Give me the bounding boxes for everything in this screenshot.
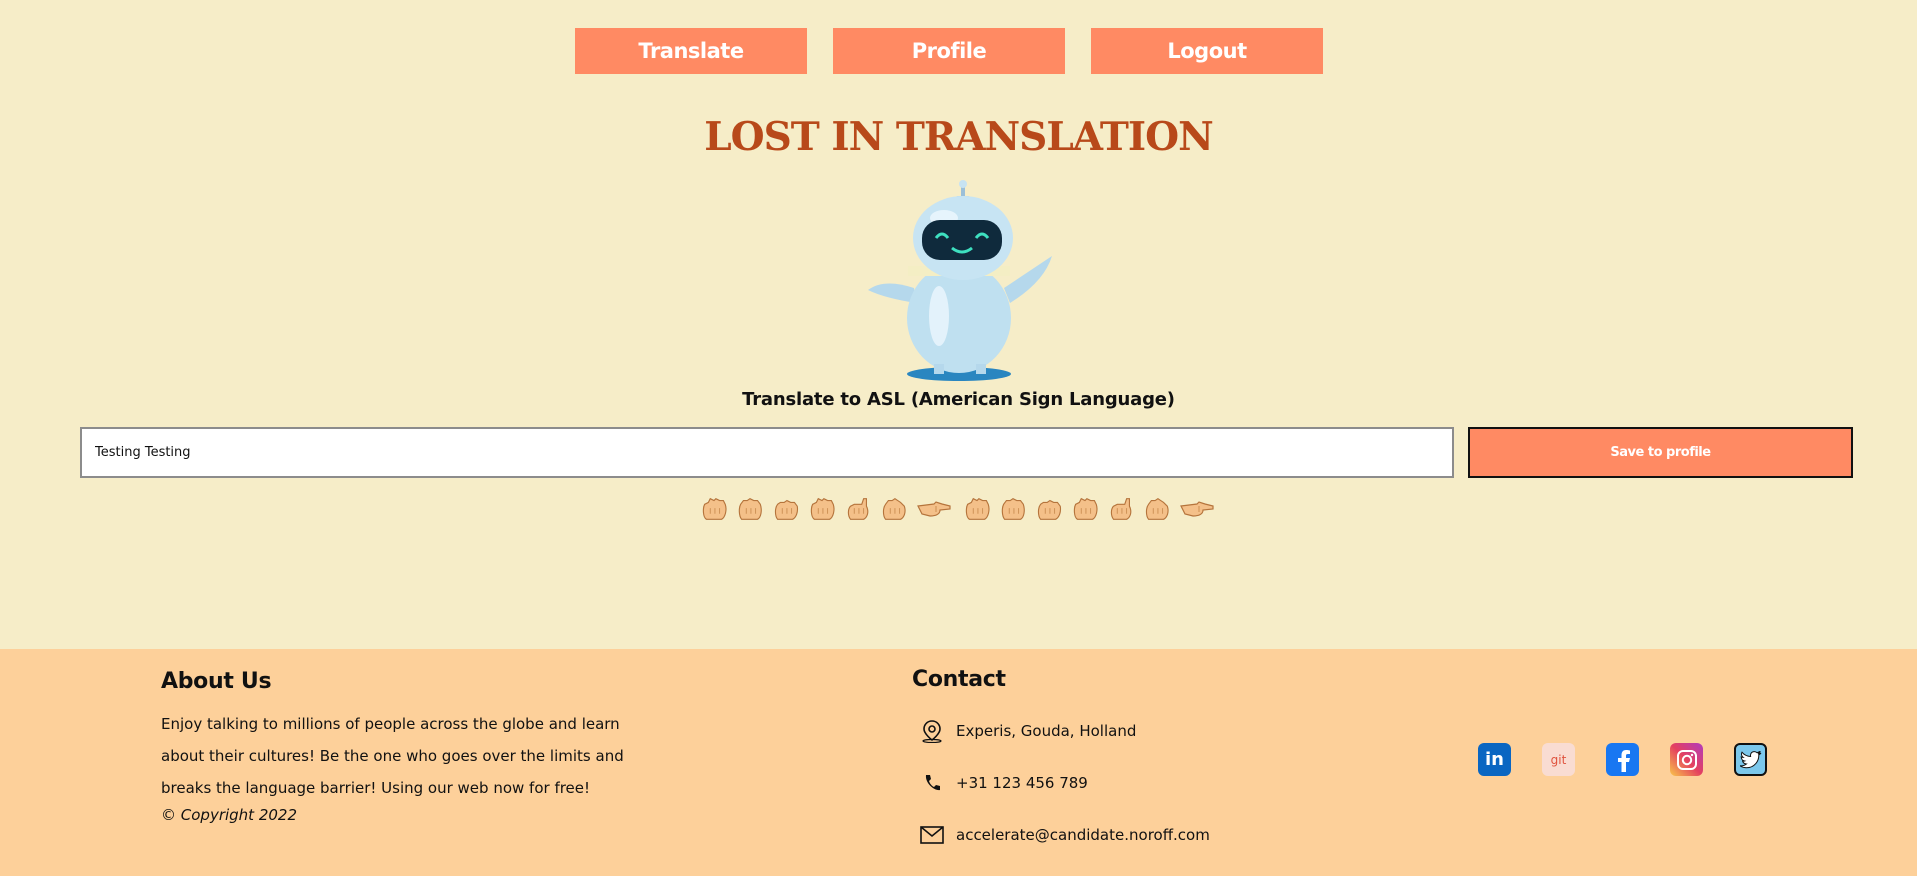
- git-text: git: [1550, 752, 1567, 767]
- linkedin-icon[interactable]: in: [1478, 743, 1511, 776]
- logout-button[interactable]: Logout: [1091, 28, 1323, 74]
- contact-section: Contact Experis, Gouda, Holland +31 123 …: [912, 667, 1332, 852]
- sign-letter-s: [1034, 494, 1070, 524]
- sign-letter-n: [879, 494, 915, 524]
- sign-letter-g: [1178, 494, 1219, 524]
- git-icon[interactable]: git: [1542, 743, 1575, 776]
- about-text: Enjoy talking to millions of people acro…: [161, 715, 624, 797]
- sign-letter-s: [771, 494, 807, 524]
- contact-title: Contact: [912, 667, 1006, 692]
- page-title: LOST IN TRANSLATION: [704, 114, 1214, 160]
- sign-letter-n: [1142, 494, 1178, 524]
- translate-subtitle: Translate to ASL (American Sign Language…: [742, 389, 1175, 410]
- phone-text[interactable]: +31 123 456 789: [956, 774, 1088, 792]
- twitter-icon[interactable]: [1734, 743, 1767, 776]
- footer: About Us Enjoy talking to millions of pe…: [0, 649, 1917, 876]
- about-section: About Us Enjoy talking to millions of pe…: [161, 669, 631, 824]
- sign-output: [0, 494, 1917, 524]
- social-links: in git: [1478, 743, 1767, 776]
- sign-letter-i: [843, 494, 879, 524]
- linkedin-text: in: [1485, 749, 1504, 770]
- sign-letter-i: [1106, 494, 1142, 524]
- sign-letter-t: [962, 494, 998, 524]
- contact-phone: +31 123 456 789: [912, 766, 1332, 800]
- instagram-icon[interactable]: [1670, 743, 1703, 776]
- copyright-text: © Copyright 2022: [161, 806, 298, 824]
- contact-address: Experis, Gouda, Holland: [912, 714, 1332, 748]
- sign-letter-t: [1070, 494, 1106, 524]
- sign-letter-g: [915, 494, 956, 524]
- translate-input[interactable]: [80, 427, 1454, 478]
- email-text[interactable]: accelerate@candidate.noroff.com: [956, 826, 1210, 844]
- phone-icon: [919, 770, 945, 796]
- sign-letter-t: [807, 494, 843, 524]
- profile-nav-button[interactable]: Profile: [833, 28, 1065, 74]
- envelope-icon: [919, 822, 945, 848]
- sign-letter-e: [998, 494, 1034, 524]
- facebook-icon[interactable]: [1606, 743, 1639, 776]
- location-pin-icon: [919, 718, 945, 744]
- translate-nav-button[interactable]: Translate: [575, 28, 807, 74]
- top-nav: Translate Profile Logout: [575, 28, 1323, 74]
- sign-letter-e: [735, 494, 771, 524]
- address-text: Experis, Gouda, Holland: [956, 722, 1137, 740]
- sign-letter-t: [699, 494, 735, 524]
- robot-mascot-icon: [868, 180, 1052, 381]
- contact-email: accelerate@candidate.noroff.com: [912, 818, 1332, 852]
- save-to-profile-button[interactable]: Save to profile: [1468, 427, 1853, 478]
- about-title: About Us: [161, 669, 272, 694]
